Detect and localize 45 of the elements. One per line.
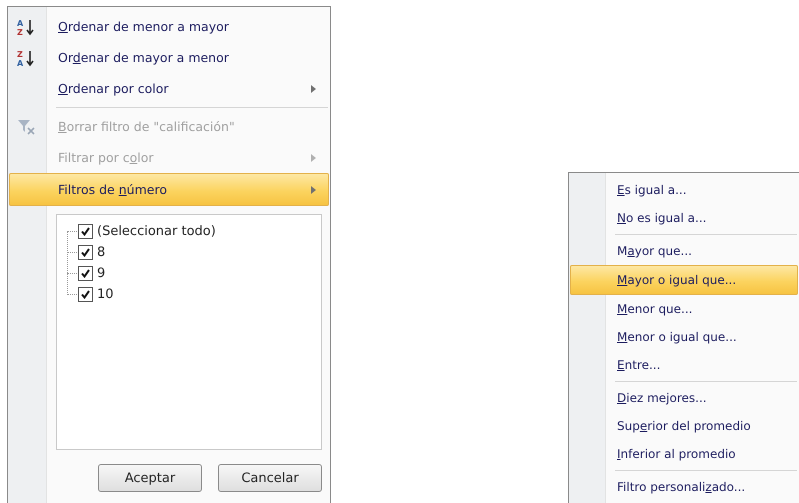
menu-item-label: Inferior al promedio — [617, 447, 736, 461]
menu-item[interactable]: Filtros de número — [9, 173, 329, 206]
menu-item-label: Filtrar por color — [58, 150, 154, 165]
menu-item-label: Ordenar de menor a mayor — [58, 19, 229, 34]
checkbox-label: 10 — [97, 287, 114, 302]
dialog-button[interactable]: Aceptar — [98, 464, 202, 492]
menu-item-label: Superior del promedio — [617, 419, 751, 433]
menu-item-label: Entre... — [617, 358, 660, 372]
menu-item-label: Filtro personalizado... — [617, 480, 746, 494]
checkbox[interactable] — [78, 245, 93, 260]
menu-item[interactable]: Ordenar por color — [10, 73, 328, 104]
checkbox-label: 9 — [97, 266, 106, 281]
menu-item-label: Ordenar de mayor a menor — [58, 50, 229, 65]
submenu-arrow-icon — [311, 84, 316, 92]
menu-item[interactable]: Superior del promedio — [571, 412, 797, 440]
menu-item-label: No es igual a... — [617, 211, 706, 225]
checkbox-label: 8 — [97, 245, 106, 260]
menu-item-label: Mayor que... — [617, 244, 692, 258]
checkbox[interactable] — [78, 266, 93, 281]
checkbox[interactable] — [78, 287, 93, 302]
menu-item[interactable]: Z A Ordenar de mayor a menor — [10, 42, 328, 73]
menu-item[interactable]: Mayor o igual que... — [570, 265, 798, 295]
menu-item-label: Diez mejores... — [617, 391, 707, 405]
menu-item[interactable]: Filtro personalizado... — [571, 473, 797, 501]
checkbox[interactable] — [78, 224, 93, 239]
checkbox-label: (Seleccionar todo) — [97, 224, 216, 239]
menu-item-label: Borrar filtro de "calificación" — [58, 119, 235, 134]
menu-item[interactable]: Es igual a... — [571, 176, 797, 204]
submenu-arrow-icon — [311, 154, 316, 162]
menu-item[interactable]: A Z Ordenar de menor a mayor — [10, 11, 328, 42]
dialog-button[interactable]: Cancelar — [218, 464, 322, 492]
menu-item-label: Ordenar por color — [58, 81, 169, 96]
menu-item[interactable]: Diez mejores... — [571, 384, 797, 412]
submenu-arrow-icon — [311, 186, 316, 194]
menu-item[interactable]: Inferior al promedio — [571, 440, 797, 468]
menu-item[interactable]: Mayor que... — [571, 237, 797, 265]
menu-item-label: Menor que... — [617, 302, 692, 316]
menu-item-label: Es igual a... — [617, 183, 687, 197]
menu-item-label: Menor o igual que... — [617, 330, 737, 344]
menu-item-label: Filtros de número — [58, 182, 167, 197]
menu-item[interactable]: Menor o igual que... — [571, 323, 797, 351]
menu-item[interactable]: Entre... — [571, 351, 797, 379]
menu-item[interactable]: No es igual a... — [571, 204, 797, 232]
menu-item-label: Mayor o igual que... — [617, 273, 736, 287]
menu-item[interactable]: Menor que... — [571, 295, 797, 323]
